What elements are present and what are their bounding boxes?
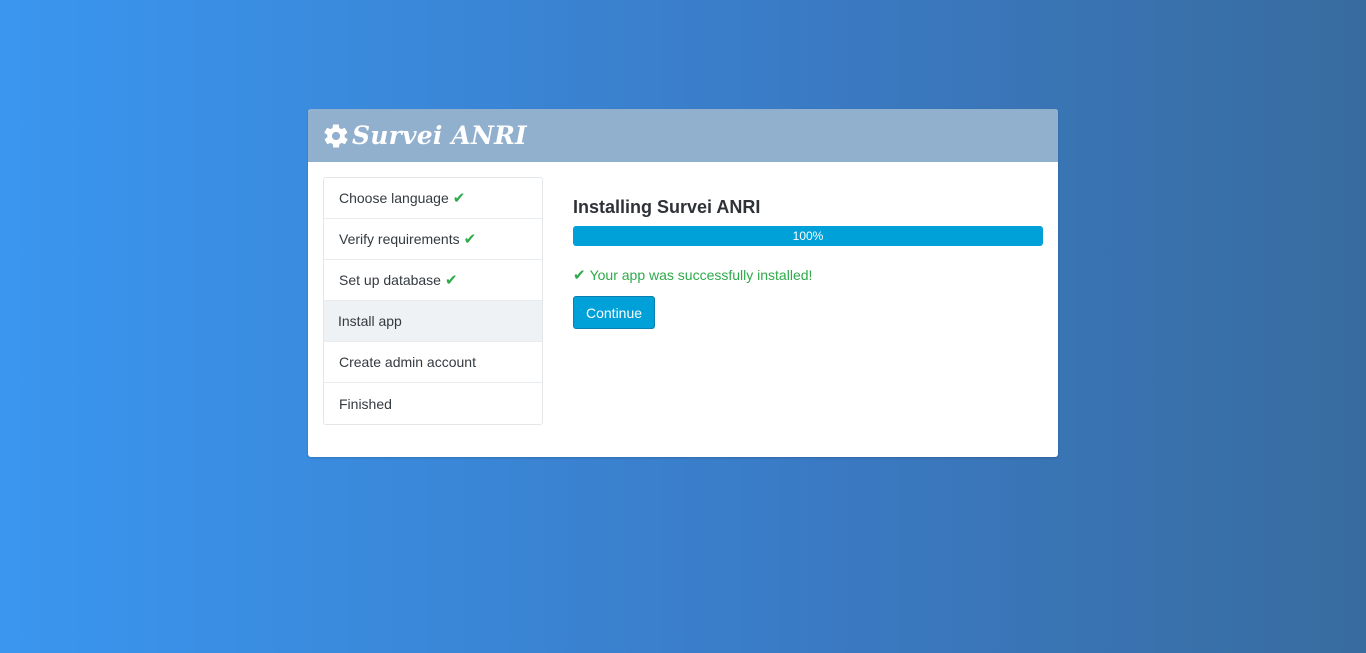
- steps-list: Choose language ✔ Verify requirements ✔ …: [323, 177, 543, 425]
- continue-button[interactable]: Continue: [573, 296, 656, 329]
- step-label: Choose language: [339, 190, 449, 206]
- step-choose-language[interactable]: Choose language ✔: [324, 178, 542, 219]
- success-text: Your app was successfully installed!: [589, 267, 813, 283]
- main-panel: Installing Survei ANRI 100% ✔ Your app w…: [573, 193, 1043, 329]
- step-label: Verify requirements: [339, 231, 460, 247]
- check-icon: ✔: [463, 231, 477, 248]
- card-header: Survei ANRI: [308, 109, 1058, 162]
- step-verify-requirements[interactable]: Verify requirements ✔: [324, 219, 542, 260]
- step-label: Create admin account: [339, 354, 476, 370]
- brand-title: Survei ANRI: [352, 121, 527, 150]
- gear-icon: [324, 123, 348, 148]
- check-icon: ✔: [573, 267, 586, 284]
- progress-bar: 100%: [573, 226, 1043, 246]
- check-icon: ✔: [444, 272, 458, 289]
- success-message: ✔ Your app was successfully installed!: [573, 266, 1043, 284]
- installer-card: Survei ANRI Choose language ✔ Verify req…: [308, 109, 1058, 457]
- step-label: Set up database: [339, 272, 441, 288]
- step-set-up-database[interactable]: Set up database ✔: [324, 260, 542, 301]
- step-create-admin-account[interactable]: Create admin account: [324, 342, 542, 383]
- step-label: Finished: [339, 395, 392, 412]
- step-finished[interactable]: Finished: [324, 383, 542, 424]
- step-install-app[interactable]: Install app: [324, 301, 542, 342]
- page-title: Installing Survei ANRI: [573, 197, 761, 217]
- progress-fill: 100%: [573, 226, 1043, 246]
- check-icon: ✔: [452, 190, 466, 207]
- step-label: Install app: [338, 313, 402, 329]
